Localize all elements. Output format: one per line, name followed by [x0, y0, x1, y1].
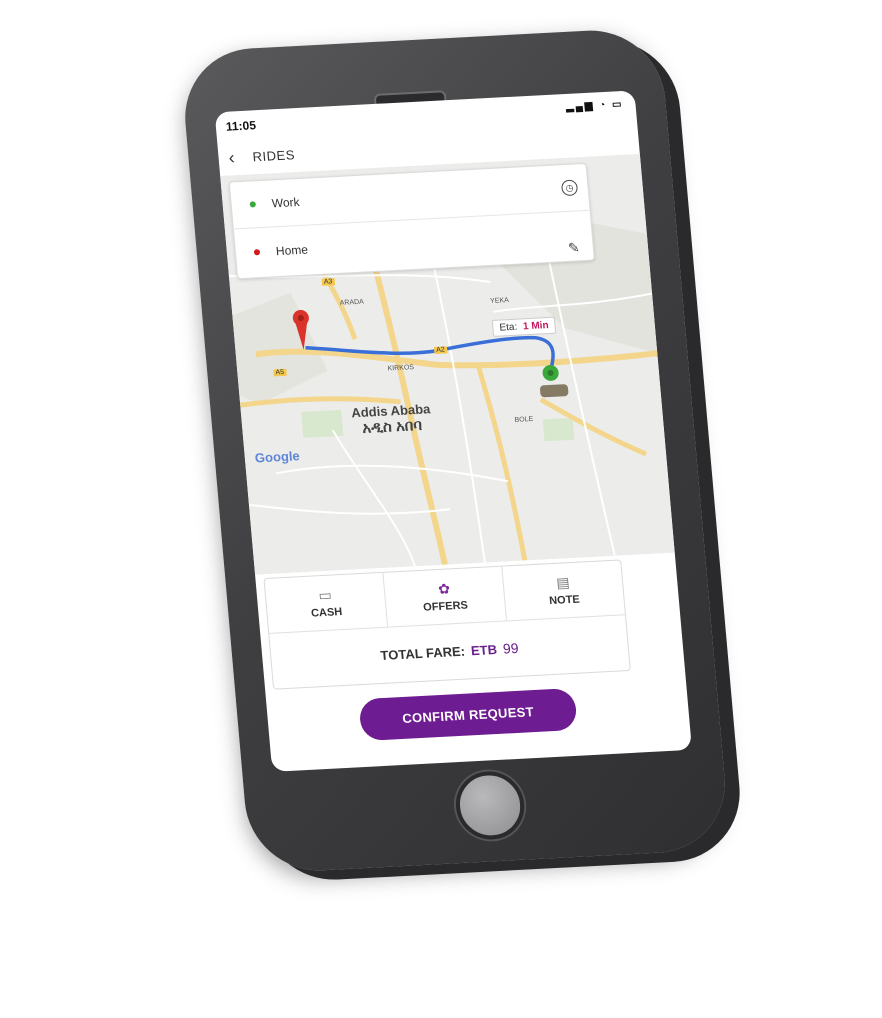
from-dot-icon — [249, 201, 257, 208]
note-option[interactable]: ▤ NOTE — [502, 560, 625, 620]
road-label: A5 — [273, 368, 287, 377]
gift-icon: ✿ — [437, 580, 451, 597]
route-panel: Work ◷ Home ✎ — [228, 162, 595, 280]
eta-badge: Eta: 1 Min — [491, 316, 557, 337]
offers-option[interactable]: ✿ OFFERS — [383, 566, 508, 627]
phone-device: 11:05 ▂▄▆ ◔ ▭ ‹ RIDES Eta: 1 Min A3 A5 A… — [179, 27, 731, 874]
to-label: Home — [275, 242, 309, 259]
district-label: KIRKOS — [387, 364, 415, 373]
status-icons: ▂▄▆ ◔ ▭ — [565, 98, 624, 113]
eta-value: 1 Min — [522, 320, 550, 333]
note-label: NOTE — [548, 593, 581, 608]
city-label: Addis Ababa አዲስ አበባ — [351, 401, 433, 437]
cash-icon: ▭ — [317, 586, 333, 604]
district-label: YEKA — [489, 297, 510, 306]
road-label: A2 — [433, 346, 448, 354]
road-label: A3 — [321, 278, 335, 286]
confirm-request-button[interactable]: CONFIRM REQUEST — [358, 687, 578, 742]
from-label: Work — [271, 194, 301, 211]
cash-label: CASH — [310, 606, 343, 620]
google-logo: Google — [254, 448, 301, 466]
ride-options-panel: ▭ CASH ✿ OFFERS ▤ NOTE TOTAL FARE: ETB 9… — [263, 559, 631, 690]
note-icon: ▤ — [555, 574, 571, 591]
fare-label: TOTAL FARE: — [379, 643, 466, 663]
district-label: ARADA — [339, 298, 365, 307]
page-title: RIDES — [251, 147, 296, 165]
eta-label: Eta: — [499, 321, 518, 334]
offers-label: OFFERS — [422, 599, 469, 614]
app-screen: 11:05 ▂▄▆ ◔ ▭ ‹ RIDES Eta: 1 Min A3 A5 A… — [214, 90, 692, 772]
fare-currency: ETB — [470, 641, 498, 658]
edit-pencil-icon[interactable]: ✎ — [564, 238, 584, 257]
fare-amount: 99 — [502, 639, 520, 657]
back-chevron-icon[interactable]: ‹ — [228, 147, 236, 168]
history-clock-icon[interactable]: ◷ — [560, 179, 579, 197]
cash-option[interactable]: ▭ CASH — [264, 572, 389, 633]
to-dot-icon — [253, 249, 261, 256]
status-time: 11:05 — [225, 118, 257, 134]
district-label: BOLE — [514, 415, 534, 424]
